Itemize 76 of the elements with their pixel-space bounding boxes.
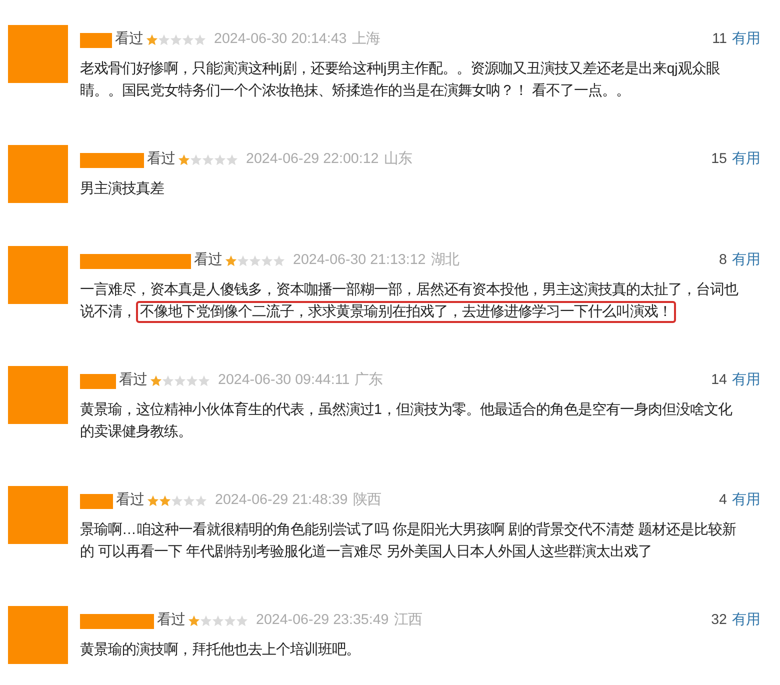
watch-status: 看过 (147, 150, 175, 170)
watch-status: 看过 (157, 611, 185, 630)
star-icon (186, 375, 198, 387)
useful-vote-link[interactable]: 有用 (732, 370, 760, 392)
star-icon (146, 34, 158, 46)
avatar-placeholder (8, 25, 68, 83)
useful-vote-link[interactable]: 有用 (732, 610, 760, 632)
vote-count: 32 (711, 611, 727, 630)
watch-status: 看过 (116, 491, 144, 510)
comment-text: 景瑜啊…咱这种一看就很精明的角色能别尝试了吗 你是阳光大男孩啊 剧的背景交代不清楚 题材还是比较新的 可以再看一下 年代剧特别考验服化道一言难尽 另外美国人日本人外国人这些群演太出戏了 (80, 520, 738, 562)
star-icon (159, 495, 171, 507)
comment-location: 江西 (394, 611, 422, 630)
vote-count: 4 (719, 491, 727, 510)
star-icon (198, 375, 210, 387)
avatar-placeholder (8, 246, 68, 304)
watch-status: 看过 (194, 251, 222, 270)
star-icon (178, 154, 190, 166)
redaction-bar (80, 374, 116, 388)
star-icon (162, 375, 174, 387)
redaction-bar (80, 494, 113, 508)
star-icon (237, 255, 249, 267)
star-icon (212, 615, 224, 627)
star-icon (225, 255, 237, 267)
useful-vote-link[interactable]: 有用 (732, 149, 760, 171)
vote-count: 14 (711, 371, 727, 390)
avatar-placeholder (8, 366, 68, 424)
star-icon (188, 615, 200, 627)
star-icon (261, 255, 273, 267)
star-icon (170, 34, 182, 46)
comment-text: 黄景瑜的演技啊，拜托他也去上个培训班吧。 (80, 640, 361, 660)
comment-location: 上海 (352, 30, 380, 50)
avatar-placeholder (8, 486, 68, 544)
star-icon (147, 495, 159, 507)
star-icon (249, 255, 261, 267)
star-icon (202, 154, 214, 166)
comment-time: 2024-06-30 20:14:43 (214, 30, 347, 50)
comment-location: 山东 (384, 150, 412, 170)
star-icon (226, 154, 238, 166)
star-icon (200, 615, 212, 627)
comment-location: 陕西 (352, 491, 381, 510)
useful-vote-link[interactable]: 有用 (732, 250, 760, 272)
vote-count: 8 (719, 251, 727, 270)
redaction-bar (80, 32, 112, 48)
star-icon (224, 615, 236, 627)
star-icon (183, 495, 195, 507)
star-icon (171, 495, 183, 507)
comment-text: 黄景瑜，这位精神小伙体育生的代表，虽然演过1，但演技为零。他最适合的角色是空有一身肉但没啥文化的卖课健身教练。 (80, 400, 734, 442)
star-icon (150, 375, 162, 387)
star-icon (194, 34, 206, 46)
comment-text: 老戏骨们好惨啊，只能演演这种lj剧，还要给这种lj男主作配。。资源咖又丑演技又差还老是出来qj观众眼睛。。国民党女特务们一个个浓妆艳抹、矫揉造作的当是在演舞女呐？！ 看不了一点。。 (80, 60, 721, 100)
star-icon (182, 34, 194, 46)
avatar-placeholder (8, 606, 68, 664)
watch-status: 看过 (119, 371, 147, 390)
comment-time: 2024-06-29 21:48:39 (215, 491, 348, 510)
comment-location: 湖北 (430, 251, 459, 270)
star-icon (273, 255, 285, 267)
star-icon (195, 495, 207, 507)
comment-time: 2024-06-29 23:35:49 (256, 611, 389, 630)
comment-text: 一言难尽，资本真是人傻钱多，资本咖播一部糊一部，居然还有资本投他，男主这演技真的太扯了，台词也说不清， 不像地下党倒像个二流子，求求黄景瑜别在拍戏了，去进修进修学习一下什么叫演戏！ (80, 280, 745, 323)
star-icon (236, 615, 248, 627)
avatar-placeholder (8, 145, 68, 203)
comment-time: 2024-06-30 21:13:12 (293, 251, 426, 270)
star-icon (190, 154, 202, 166)
vote-count: 11 (712, 30, 727, 50)
comment-location: 广东 (354, 370, 383, 390)
watch-status: 看过 (115, 30, 143, 50)
star-icon (158, 34, 170, 46)
useful-vote-link[interactable]: 有用 (732, 29, 760, 51)
useful-vote-link[interactable]: 有用 (732, 490, 760, 512)
comment-time: 2024-06-30 09:44:11 (218, 371, 350, 390)
redaction-bar (80, 152, 144, 168)
vote-count: 15 (711, 150, 727, 170)
star-icon (174, 375, 186, 387)
star-icon (214, 154, 226, 166)
comment-time: 2024-06-29 22:00:12 (246, 150, 379, 170)
comment-text: 男主演技真差 (80, 180, 165, 199)
